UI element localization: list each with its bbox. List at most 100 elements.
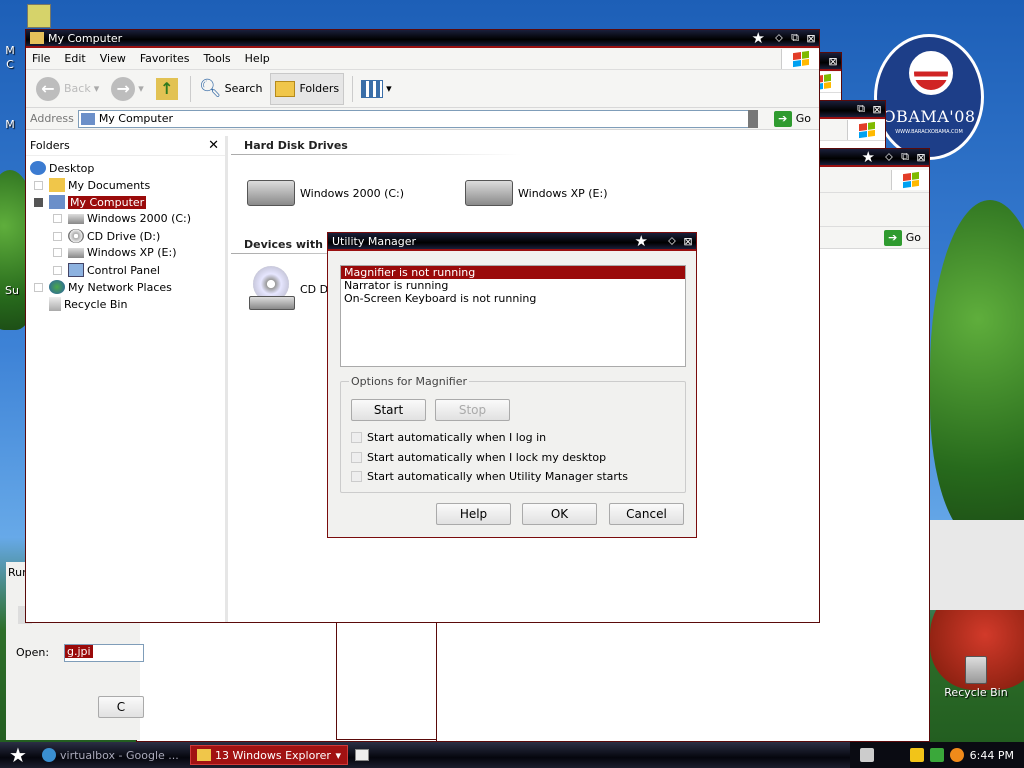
drive-label: Windows XP (E:) xyxy=(518,186,608,200)
restore-icon[interactable]: ⧉ xyxy=(897,150,913,164)
menu-edit[interactable]: Edit xyxy=(64,52,85,65)
menu-favorites[interactable]: Favorites xyxy=(140,52,190,65)
folders-button[interactable]: Folders xyxy=(270,72,345,105)
option-lock[interactable]: Start automatically when I lock my deskt… xyxy=(351,451,606,464)
menu-view[interactable]: View xyxy=(100,52,126,65)
forward-button[interactable]: → ▾ xyxy=(107,73,148,105)
checkbox[interactable] xyxy=(351,452,362,463)
tree-item-windows-xp[interactable]: Windows XP (E:) xyxy=(53,246,177,259)
help-title-icon[interactable]: ⬦ xyxy=(664,234,680,248)
go-button[interactable]: ➔ Go xyxy=(758,110,819,127)
tree-item-cd-drive[interactable]: CD Drive (D:) xyxy=(53,229,160,243)
tree-item-windows-2000[interactable]: Windows 2000 (C:) xyxy=(53,212,191,225)
collapse-icon[interactable] xyxy=(34,197,43,207)
search-button[interactable]: 🔍︎ Search xyxy=(195,73,267,105)
expand-icon[interactable] xyxy=(53,214,62,223)
task-windows-explorer[interactable]: 13 Windows Explorer ▾ xyxy=(190,745,348,765)
option-login[interactable]: Start automatically when I log in xyxy=(351,431,546,444)
start-button[interactable]: Start xyxy=(351,399,426,421)
dialog-title: Utility Manager xyxy=(332,234,417,248)
address-label: Address xyxy=(30,112,74,125)
menu-tools[interactable]: Tools xyxy=(204,52,231,65)
go-button[interactable]: ➔ Go xyxy=(878,229,929,246)
recycle-bin-desktop-icon[interactable]: Recycle Bin xyxy=(944,656,1008,699)
chevron-down-icon: ▾ xyxy=(386,82,392,95)
desktop-label-fragment: Su xyxy=(5,284,19,297)
expand-icon[interactable] xyxy=(53,231,62,241)
cd-drive-icon xyxy=(249,266,295,312)
expand-icon[interactable] xyxy=(53,265,62,275)
network-icon[interactable] xyxy=(929,748,944,762)
hard-drive-icon xyxy=(68,213,84,224)
desktop-icon xyxy=(30,161,46,175)
views-button[interactable]: ▾ xyxy=(357,73,396,105)
network-icon xyxy=(49,280,65,294)
menu-file[interactable]: File xyxy=(32,52,50,65)
task-label: 13 Windows Explorer xyxy=(215,748,331,762)
restore-icon[interactable]: ⧉ xyxy=(853,102,869,116)
restore-icon[interactable]: ⧉ xyxy=(787,31,803,45)
task-utility[interactable] xyxy=(352,745,374,765)
tree-item-recycle-bin[interactable]: Recycle Bin xyxy=(49,297,127,311)
tree-item-network-places[interactable]: My Network Places xyxy=(34,280,172,294)
tree-item-my-documents[interactable]: My Documents xyxy=(34,178,150,192)
close-pane-icon[interactable]: ✕ xyxy=(208,138,219,153)
address-dropdown[interactable] xyxy=(747,109,758,128)
utility-manager-dialog[interactable]: Utility Manager ★ ⬦ ⊠ Magnifier is not r… xyxy=(327,232,697,538)
checkbox[interactable] xyxy=(351,432,362,443)
back-button[interactable]: ← Back ▾ xyxy=(32,73,103,105)
windows-logo-icon xyxy=(847,119,885,140)
titlebar[interactable]: Utility Manager ★ ⬦ ⊠ xyxy=(328,233,696,251)
tree-item-desktop[interactable]: Desktop xyxy=(30,161,94,175)
expand-icon[interactable] xyxy=(53,248,62,257)
close-icon[interactable]: ⊠ xyxy=(869,103,885,116)
ok-button[interactable]: OK xyxy=(522,503,597,525)
close-icon[interactable]: ⊠ xyxy=(825,55,841,68)
drive-cd[interactable]: CD Dri xyxy=(249,266,336,312)
magnifier-icon[interactable] xyxy=(949,748,964,762)
cancel-button[interactable]: Cancel xyxy=(609,503,684,525)
checkbox[interactable] xyxy=(351,471,362,482)
address-input[interactable]: My Computer xyxy=(77,109,758,128)
keyboard-icon[interactable] xyxy=(859,748,874,762)
chevron-down-icon: ▾ xyxy=(93,82,100,95)
expand-icon[interactable] xyxy=(34,180,43,190)
white-house-image xyxy=(926,520,1024,610)
back-label: Back xyxy=(64,82,91,95)
address-value: My Computer xyxy=(98,112,173,125)
minimize-icon[interactable]: ⬦ xyxy=(771,31,787,45)
clock[interactable]: 6:44 PM xyxy=(970,749,1014,762)
close-icon[interactable]: ⊠ xyxy=(913,151,929,164)
stop-button[interactable]: Stop xyxy=(435,399,510,421)
run-button[interactable]: C xyxy=(98,696,144,718)
expand-icon[interactable] xyxy=(34,282,43,292)
folder-icon xyxy=(30,32,44,44)
tree-item-control-panel[interactable]: Control Panel xyxy=(53,263,160,277)
help-button[interactable]: Help xyxy=(436,503,511,525)
shield-icon[interactable] xyxy=(909,748,924,762)
tree-item-my-computer[interactable]: My Computer xyxy=(34,195,147,209)
tree-label: Desktop xyxy=(49,161,95,175)
search-label: Search xyxy=(224,82,263,95)
open-field-value: g.jpi xyxy=(65,645,93,658)
titlebar[interactable]: My Computer ★ ⬦ ⧉ ⊠ xyxy=(26,30,819,48)
list-item[interactable]: Magnifier is not running xyxy=(341,266,685,279)
drive-windows-xp[interactable]: Windows XP (E:) xyxy=(465,180,608,206)
toolbar: ← Back ▾ → ▾ ↑ 🔍︎ Search Folders ▾ xyxy=(26,70,819,108)
desktop-icon-top-left[interactable] xyxy=(26,4,52,30)
utility-list[interactable]: Magnifier is not running Narrator is run… xyxy=(340,265,686,367)
drive-windows-2000[interactable]: Windows 2000 (C:) xyxy=(247,180,404,206)
close-icon[interactable]: ⊠ xyxy=(803,32,819,45)
star-icon: ★ xyxy=(634,231,648,250)
close-icon[interactable]: ⊠ xyxy=(680,235,696,248)
task-virtualbox[interactable]: virtualbox - Google ... xyxy=(36,745,186,765)
list-item[interactable]: On-Screen Keyboard is not running xyxy=(341,292,685,305)
option-utility-start[interactable]: Start automatically when Utility Manager… xyxy=(351,470,628,483)
up-button[interactable]: ↑ xyxy=(152,73,182,105)
list-item[interactable]: Narrator is running xyxy=(341,279,685,292)
menu-help[interactable]: Help xyxy=(245,52,270,65)
minimize-icon[interactable]: ⬦ xyxy=(881,150,897,164)
logo-emblem xyxy=(909,51,953,95)
start-button[interactable]: ★ xyxy=(0,742,36,768)
open-field[interactable]: g.jpi xyxy=(64,644,144,662)
